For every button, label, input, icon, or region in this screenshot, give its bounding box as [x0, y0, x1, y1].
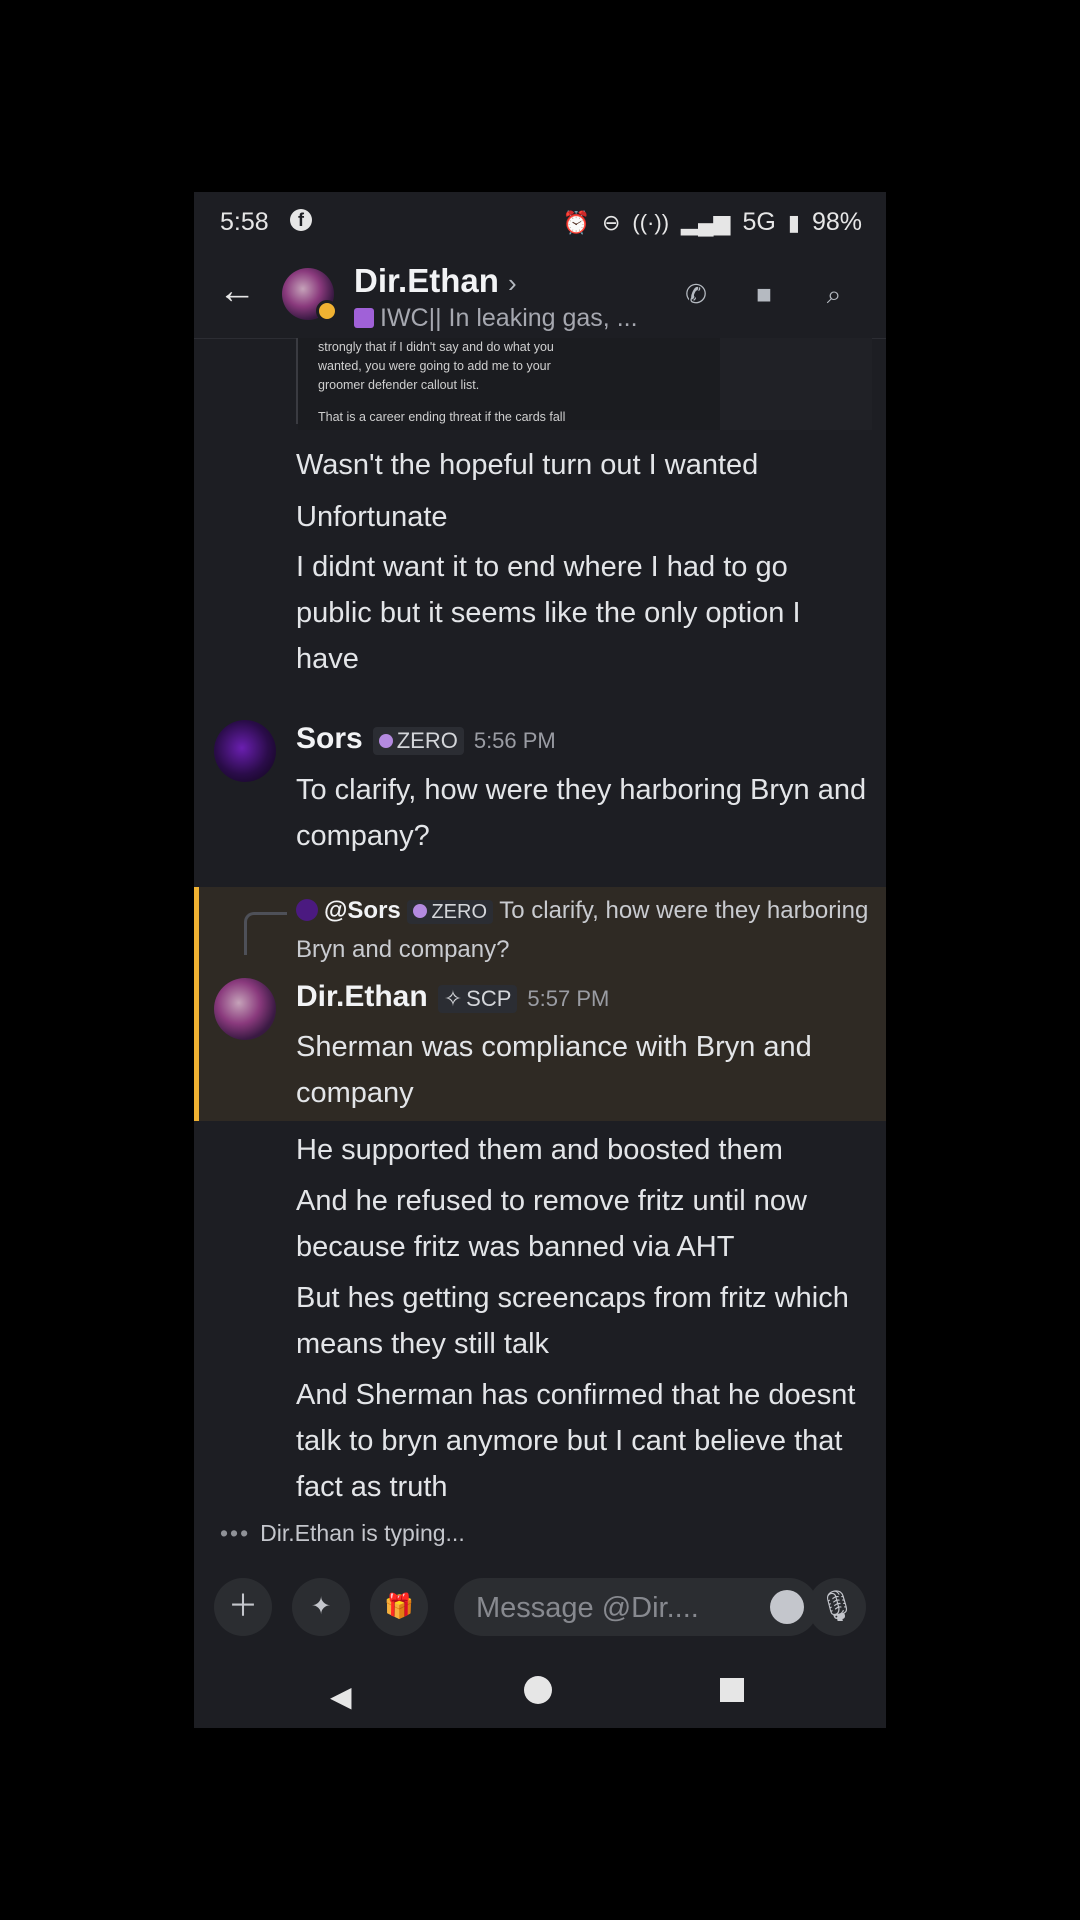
custom-status-text: IWC|| In leaking gas, ... [380, 304, 638, 332]
message-text: And Sherman has confirmed that he doesnt… [296, 1379, 856, 1503]
custom-status: IWC|| In leaking gas, ... [354, 304, 638, 333]
attachment-text: strongly that if I didn't say and do wha… [318, 340, 554, 354]
add-attachment-button[interactable]: ＋ [214, 1578, 272, 1636]
network-type: 5G [742, 208, 776, 236]
sparkle-icon: ✧ [443, 986, 463, 1011]
message-text: To clarify, how were they harboring Bryn… [296, 774, 867, 852]
message-text: Unfortunate [296, 501, 448, 533]
nav-back-icon[interactable]: ◀ [330, 1680, 352, 1713]
hotspot-icon: ((·)) [632, 209, 670, 235]
typing-text: Dir.Ethan is typing... [260, 1520, 465, 1546]
status-bar: 5:58 f ⏰ ⊖ ((·)) ▂▄▆ 5G ▮ 98% [194, 192, 886, 248]
message-text: Wasn't the hopeful turn out I wanted [296, 449, 759, 481]
status-icons: ⏰ ⊖ ((·)) ▂▄▆ 5G ▮ 98% [563, 208, 862, 237]
back-arrow-icon[interactable]: ← [218, 270, 256, 313]
avatar[interactable] [282, 268, 338, 322]
avatar[interactable] [214, 720, 276, 782]
role-tag: ZERO [407, 900, 493, 924]
battery-level: 98% [811, 208, 862, 236]
avatar[interactable] [214, 978, 276, 1040]
skull-icon [413, 904, 428, 918]
message-text: I didnt want it to end where I had to go… [296, 551, 801, 675]
call-icon[interactable]: ✆ [680, 278, 712, 310]
message-text: But hes getting screencaps from fritz wh… [296, 1282, 849, 1360]
phone-screen: 5:58 f ⏰ ⊖ ((·)) ▂▄▆ 5G ▮ 98% ← Dir.Etha… [194, 192, 886, 1728]
reply-connector [244, 912, 287, 955]
chevron-right-icon: › [508, 268, 517, 298]
image-attachment[interactable]: strongly that if I didn't say and do wha… [298, 338, 750, 430]
message-input-container[interactable] [454, 1578, 818, 1636]
reply-mention: @Sors [324, 897, 401, 924]
attachment-text: wanted, you were going to add me to your [318, 359, 551, 373]
attachment-thumbnail[interactable] [720, 338, 872, 430]
idle-status-icon [316, 300, 338, 322]
contact-name-text: Dir.Ethan [354, 262, 499, 299]
message-text: Sherman was compliance with Bryn and com… [296, 1031, 812, 1109]
role-tag: ZERO [372, 727, 464, 755]
apps-button[interactable]: ✦ [292, 1578, 350, 1636]
message-header: Dir.Ethan ✧ SCP 5:57 PM [296, 980, 609, 1014]
role-tag-text: SCP [466, 986, 512, 1011]
emoji-icon[interactable] [770, 1590, 804, 1624]
timestamp: 5:56 PM [473, 728, 556, 753]
skull-icon [378, 734, 393, 748]
video-icon[interactable]: ■ [748, 278, 780, 310]
contact-name[interactable]: Dir.Ethan › [354, 262, 517, 300]
do-not-disturb-icon: ⊖ [601, 209, 621, 235]
author-name[interactable]: Dir.Ethan [296, 980, 428, 1014]
attachment-text: groomer defender callout list. [318, 378, 480, 392]
author-name[interactable]: Sors [296, 722, 363, 756]
facebook-icon: f [290, 209, 312, 231]
battery-icon: ▮ [787, 209, 800, 235]
typing-indicator: ••• Dir.Ethan is typing... [220, 1520, 465, 1547]
message-text: And he refused to remove fritz until now… [296, 1185, 807, 1263]
status-emoji-icon [354, 308, 374, 328]
role-tag-text: ZERO [396, 728, 458, 753]
typing-dots-icon: ••• [220, 1520, 251, 1546]
nav-home-icon[interactable] [524, 1676, 552, 1704]
alarm-icon: ⏰ [562, 209, 590, 235]
role-tag: ✧ SCP [437, 985, 518, 1013]
status-time: 5:58 [220, 208, 269, 236]
microphone-button[interactable]: 🎙 [808, 1578, 866, 1636]
attachment-text: That is a career ending threat if the ca… [318, 410, 566, 424]
timestamp: 5:57 PM [527, 986, 610, 1011]
reply-preview[interactable]: @Sors ZERO To clarify, how were they har… [296, 892, 871, 969]
signal-icon: ▂▄▆ [681, 209, 731, 235]
chat-header: ← Dir.Ethan › IWC|| In leaking gas, ... … [194, 248, 886, 339]
message-input[interactable] [474, 1587, 748, 1629]
gift-button[interactable]: 🎁 [370, 1578, 428, 1636]
role-tag-text: ZERO [431, 901, 487, 923]
avatar [296, 899, 318, 921]
message-text: He supported them and boosted them [296, 1134, 783, 1166]
message-header: Sors ZERO 5:56 PM [296, 722, 556, 756]
search-icon[interactable]: ⌕ [818, 278, 850, 310]
message-composer: ＋ ✦ 🎁 🎙 [194, 1564, 886, 1650]
navigation-bar: ◀ [194, 1662, 886, 1728]
nav-recents-icon[interactable] [720, 1678, 744, 1702]
